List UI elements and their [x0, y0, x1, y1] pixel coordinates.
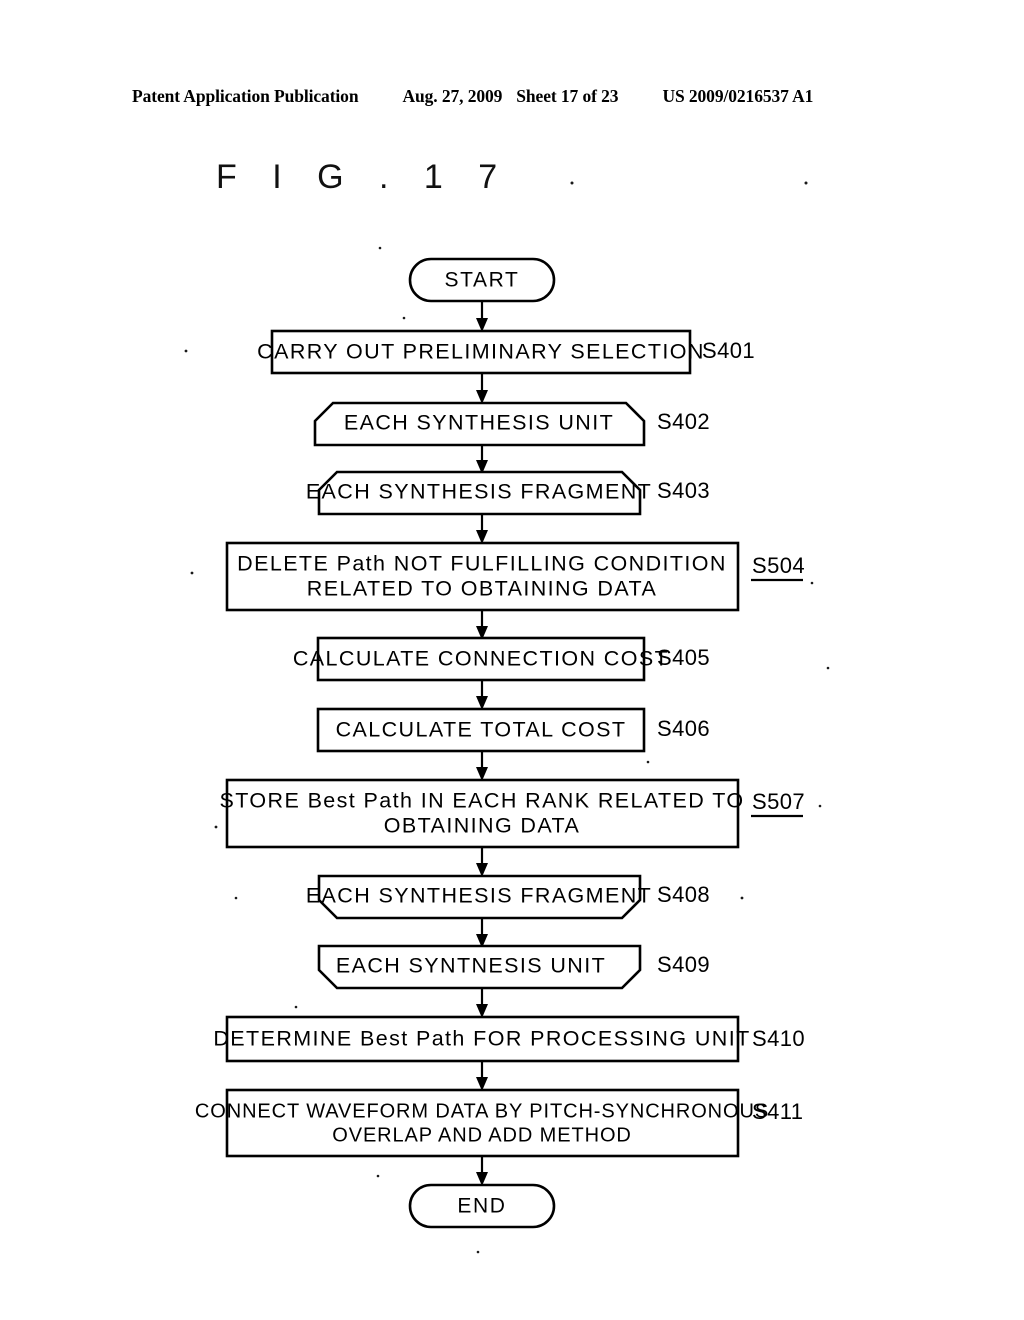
flow-edge-s401-s402 [476, 373, 488, 404]
flow-node-label: CALCULATE CONNECTION COST [293, 647, 669, 671]
flow-node-label: EACH SYNTHESIS FRAGMENT [306, 480, 652, 504]
flow-node-s504: DELETE Path NOT FULFILLING CONDITION REL… [225, 541, 805, 612]
step-tag-s401: S401 [702, 338, 755, 363]
flow-node-label: EACH SYNTNESIS UNIT [336, 954, 606, 978]
flow-node-s411: CONNECT WAVEFORM DATA BY PITCH-SYNCHRONO… [195, 1088, 803, 1158]
flow-node-s406: CALCULATE TOTAL COST S406 [316, 707, 710, 753]
flow-node-label: CALCULATE TOTAL COST [336, 718, 627, 742]
step-tag-s507: S507 [752, 789, 805, 814]
flow-edge-s403-s504 [476, 514, 488, 544]
step-tag-s408: S408 [657, 882, 710, 907]
flow-node-s402: EACH SYNTHESIS UNIT S402 [313, 401, 710, 447]
flow-edge-s411-end [476, 1156, 488, 1186]
flow-edge-start-s401 [476, 301, 488, 332]
step-tag-s403: S403 [657, 478, 710, 503]
flow-edge-s406-s507 [476, 751, 488, 781]
flow-edge-s410-s411 [476, 1061, 488, 1091]
flow-node-label-line2: OVERLAP AND ADD METHOD [332, 1124, 632, 1146]
flow-edge-s402-s403 [476, 445, 488, 474]
flow-node-label-line2: RELATED TO OBTAINING DATA [307, 577, 657, 601]
flow-node-start: START [408, 257, 556, 303]
flow-node-label: START [445, 269, 520, 292]
flow-node-s403: EACH SYNTHESIS FRAGMENT S403 [306, 470, 710, 516]
step-tag-s409: S409 [657, 952, 710, 977]
step-tag-s406: S406 [657, 716, 710, 741]
step-tag-s410: S410 [752, 1026, 805, 1051]
flow-edge-s408-s409 [476, 918, 488, 948]
flow-node-end: END [408, 1183, 556, 1229]
flow-node-label: DETERMINE Best Path FOR PROCESSING UNIT [213, 1027, 750, 1051]
flow-node-s409: EACH SYNTNESIS UNIT S409 [317, 944, 710, 990]
flow-edge-s504-s405 [476, 610, 488, 640]
flow-edge-s409-s410 [476, 988, 488, 1018]
flow-node-s408: EACH SYNTHESIS FRAGMENT S408 [306, 874, 710, 920]
flow-node-s405: CALCULATE CONNECTION COST S405 [293, 636, 710, 682]
flow-node-label-line1: STORE Best Path IN EACH RANK RELATED TO [220, 789, 745, 813]
flow-node-label-line2: OBTAINING DATA [384, 814, 580, 838]
step-tag-s411: S411 [752, 1099, 803, 1124]
flow-edge-s507-s408 [476, 847, 488, 877]
step-tag-s405: S405 [657, 645, 710, 670]
step-tag-s504: S504 [752, 553, 805, 578]
flow-node-s410: DETERMINE Best Path FOR PROCESSING UNIT … [213, 1015, 805, 1063]
flow-node-label: CARRY OUT PRELIMINARY SELECTION [257, 340, 705, 364]
flow-edge-s405-s406 [476, 680, 488, 710]
step-tag-s402: S402 [657, 409, 710, 434]
flow-node-s507: STORE Best Path IN EACH RANK RELATED TO … [220, 778, 805, 849]
flow-node-label: EACH SYNTHESIS FRAGMENT [306, 884, 652, 908]
flowchart-diagram: START CARRY OUT PRELIMINARY SELECTION S4… [184, 181, 830, 1254]
flow-node-label: END [457, 1195, 506, 1218]
flow-node-label-line1: CONNECT WAVEFORM DATA BY PITCH-SYNCHRONO… [195, 1100, 769, 1122]
flow-node-s401: CARRY OUT PRELIMINARY SELECTION S401 [257, 329, 755, 375]
flow-node-label-line1: DELETE Path NOT FULFILLING CONDITION [237, 552, 727, 576]
flow-node-label: EACH SYNTHESIS UNIT [344, 411, 614, 435]
